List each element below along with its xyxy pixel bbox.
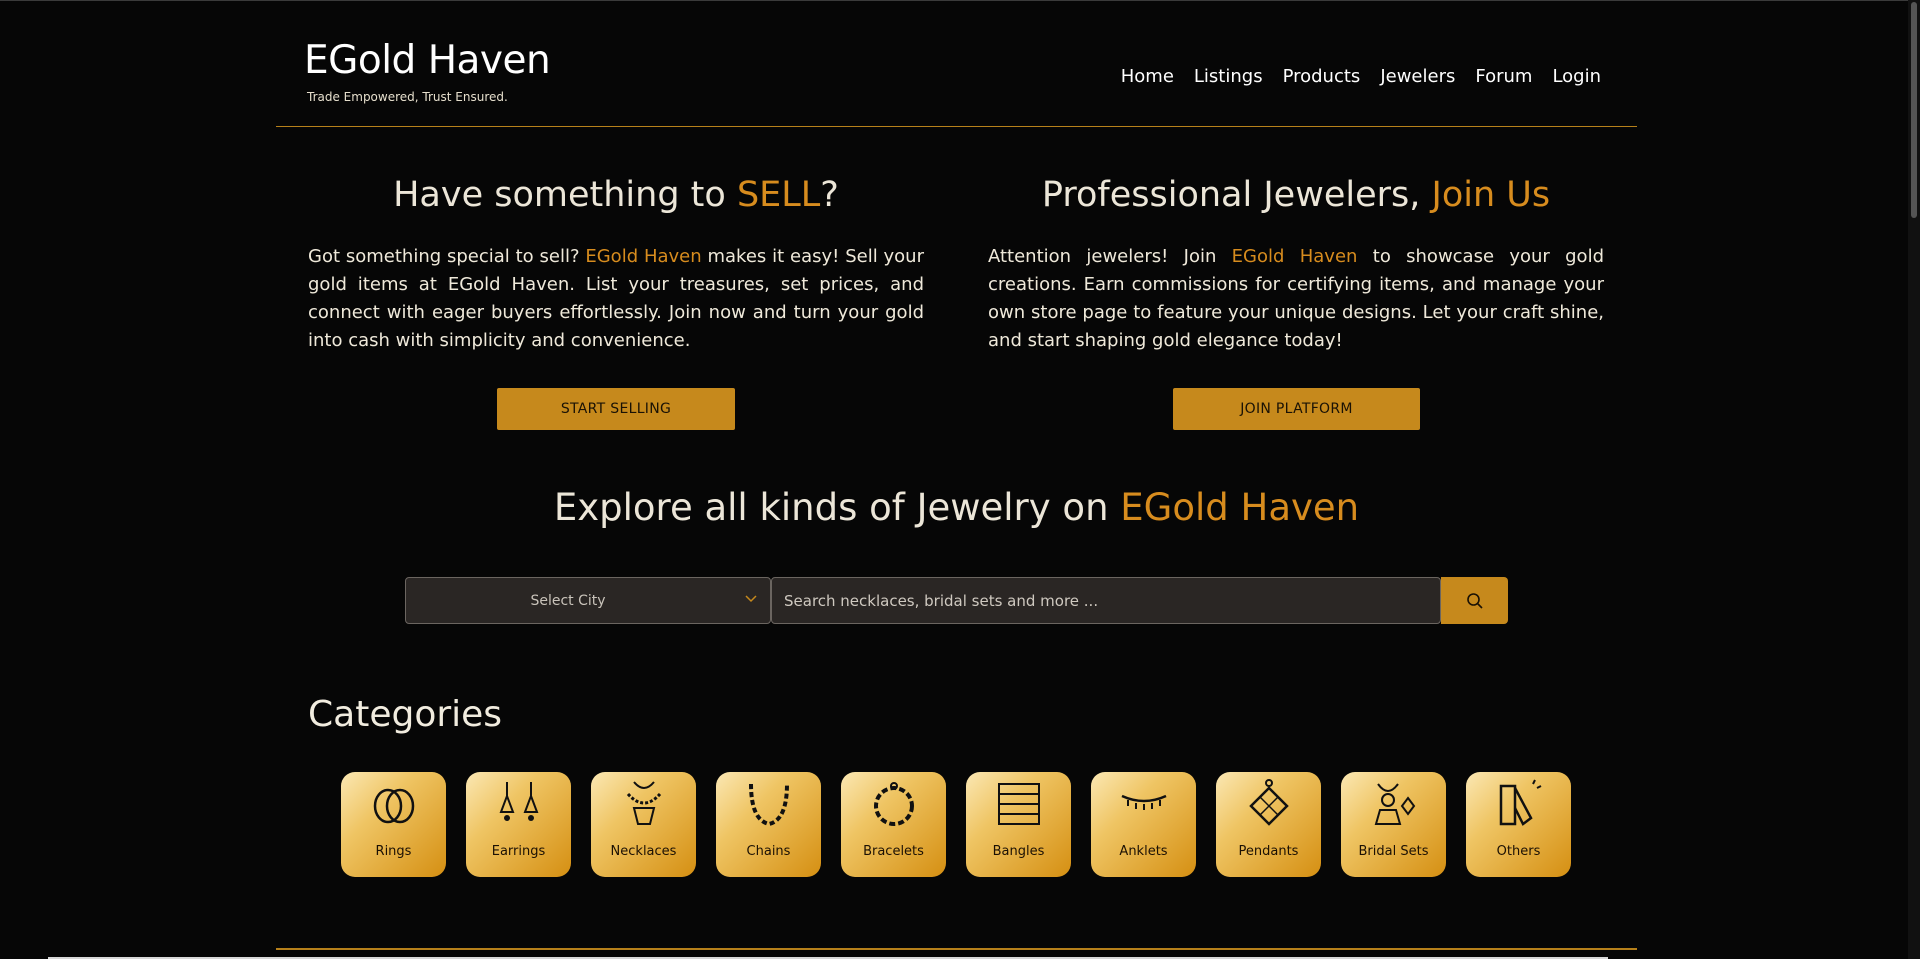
category-rings[interactable]: Rings <box>341 772 446 877</box>
search-input[interactable]: Search necklaces, bridal sets and more .… <box>771 577 1441 624</box>
category-label: Others <box>1496 844 1541 859</box>
category-label: Rings <box>375 844 412 859</box>
search-icon <box>1466 592 1483 609</box>
necklaces-icon <box>626 781 662 825</box>
chains-icon <box>749 783 789 827</box>
category-label: Earrings <box>491 844 546 859</box>
join-body-brand: EGold Haven <box>1231 246 1358 267</box>
nav-products[interactable]: Products <box>1283 66 1361 87</box>
bracelets-icon <box>874 782 914 826</box>
brand-logo[interactable]: EGold Haven <box>304 38 551 83</box>
bridal-sets-icon <box>1374 783 1416 825</box>
explore-heading: Explore all kinds of Jewelry on EGold Ha… <box>276 486 1637 529</box>
category-necklaces[interactable]: Necklaces <box>591 772 696 877</box>
explore-heading-accent: EGold Haven <box>1120 486 1360 529</box>
anklets-icon <box>1121 794 1167 810</box>
sell-heading-accent: SELL <box>736 175 821 215</box>
category-label: Anklets <box>1119 844 1168 859</box>
category-others[interactable]: Others <box>1466 772 1571 877</box>
nav-listings[interactable]: Listings <box>1194 66 1263 87</box>
category-label: Bangles <box>992 844 1045 859</box>
nav-jewelers[interactable]: Jewelers <box>1380 66 1455 87</box>
join-heading: Professional Jewelers, Join Us <box>988 175 1604 215</box>
sell-heading: Have something to SELL? <box>308 175 924 215</box>
sell-section: Have something to SELL? Got something sp… <box>308 175 924 355</box>
scrollbar-thumb[interactable] <box>1911 2 1917 218</box>
bangles-icon <box>998 783 1040 825</box>
category-anklets[interactable]: Anklets <box>1091 772 1196 877</box>
search-button[interactable] <box>1441 577 1508 624</box>
nav-forum[interactable]: Forum <box>1475 66 1532 87</box>
sell-description: Got something special to sell? EGold Hav… <box>308 243 924 355</box>
page-container: EGold Haven Trade Empowered, Trust Ensur… <box>276 0 1637 877</box>
category-earrings[interactable]: Earrings <box>466 772 571 877</box>
rings-icon <box>373 788 415 824</box>
start-selling-button[interactable]: START SELLING <box>497 388 735 430</box>
city-select-label: Select City <box>530 593 606 609</box>
category-label: Bridal Sets <box>1358 844 1429 859</box>
explore-heading-text: Explore all kinds of Jewelry on <box>553 486 1121 529</box>
sell-heading-suffix: ? <box>820 175 839 215</box>
category-pendants[interactable]: Pendants <box>1216 772 1321 877</box>
category-list: Rings Earrings Necklaces Chains Bracelet… <box>341 772 1571 877</box>
join-description: Attention jewelers! Join EGold Haven to … <box>988 243 1604 355</box>
categories-title: Categories <box>308 694 503 735</box>
category-label: Pendants <box>1238 844 1299 859</box>
sell-body-brand: EGold Haven <box>585 246 702 267</box>
sell-body-text: Got something special to sell? <box>308 246 586 267</box>
category-bridal-sets[interactable]: Bridal Sets <box>1341 772 1446 877</box>
nav-login[interactable]: Login <box>1552 66 1601 87</box>
brand-tagline: Trade Empowered, Trust Ensured. <box>307 90 508 104</box>
join-heading-accent: Join Us <box>1431 175 1551 215</box>
category-label: Necklaces <box>610 844 677 859</box>
main-nav: Home Listings Products Jewelers Forum Lo… <box>1121 66 1601 87</box>
category-bracelets[interactable]: Bracelets <box>841 772 946 877</box>
category-label: Chains <box>746 844 791 859</box>
join-body-text: Attention jewelers! Join <box>988 246 1232 267</box>
others-icon <box>1499 779 1542 826</box>
earrings-icon <box>499 782 539 821</box>
pendants-icon <box>1249 779 1289 826</box>
category-chains[interactable]: Chains <box>716 772 821 877</box>
scrollbar[interactable] <box>1908 0 1920 959</box>
city-select[interactable]: Select City <box>405 577 771 624</box>
join-section: Professional Jewelers, Join Us Attention… <box>988 175 1604 355</box>
nav-home[interactable]: Home <box>1121 66 1174 87</box>
chevron-down-icon <box>745 595 757 603</box>
join-heading-text: Professional Jewelers, <box>1041 175 1432 215</box>
join-platform-button[interactable]: JOIN PLATFORM <box>1173 388 1420 430</box>
sell-heading-text: Have something to <box>393 175 737 215</box>
footer-divider <box>276 948 1637 950</box>
category-label: Bracelets <box>863 844 924 859</box>
search-bar: Select City Search necklaces, bridal set… <box>405 577 1508 624</box>
site-header: EGold Haven Trade Empowered, Trust Ensur… <box>276 0 1637 127</box>
category-bangles[interactable]: Bangles <box>966 772 1071 877</box>
